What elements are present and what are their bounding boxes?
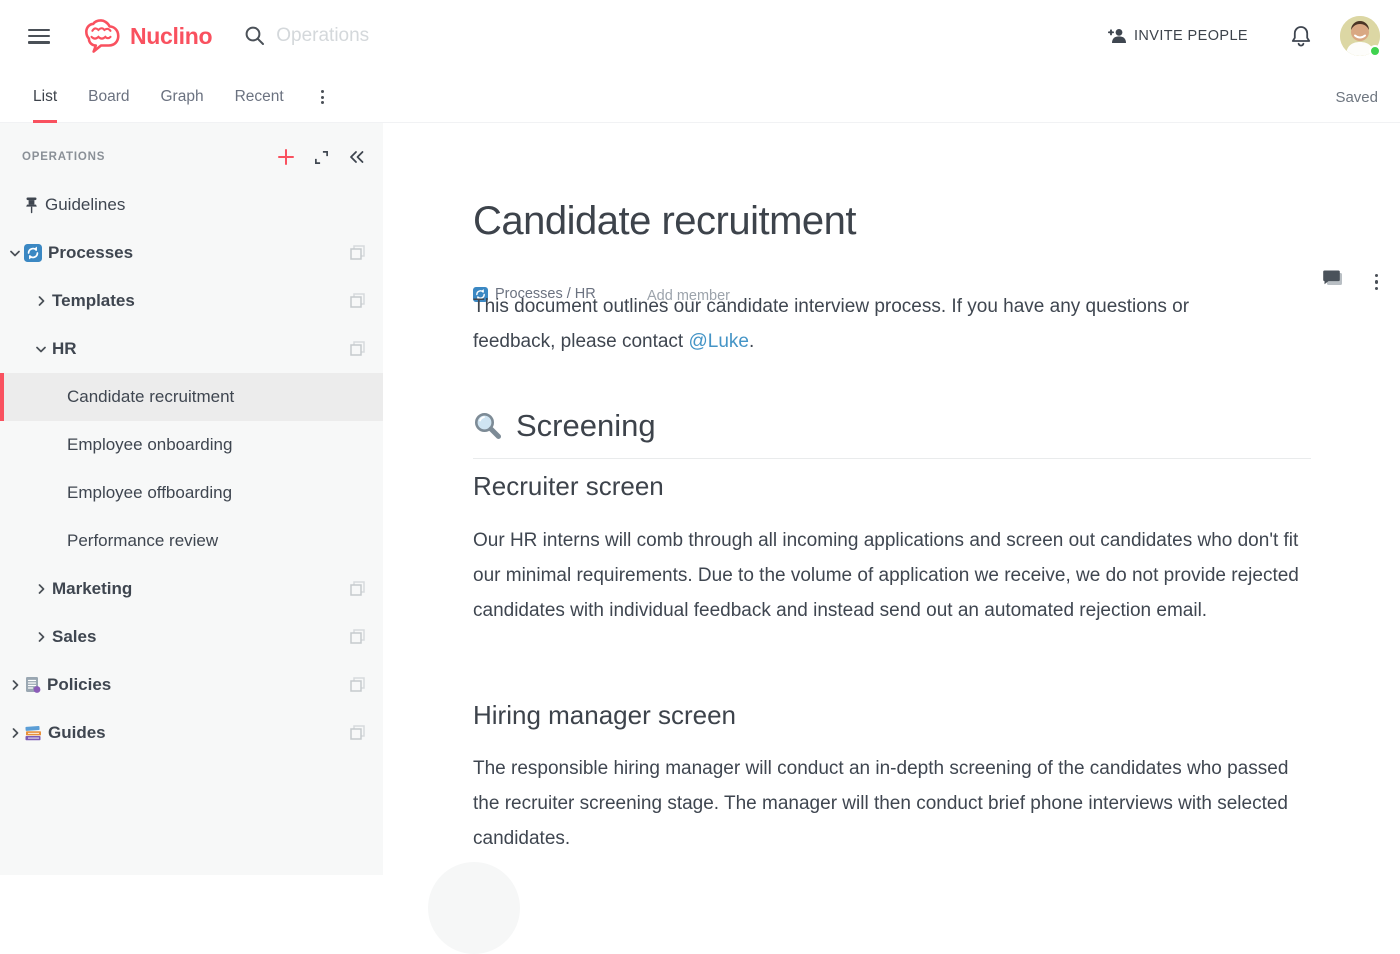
sidebar-item-guidelines[interactable]: Guidelines (0, 181, 383, 229)
chevron-down-icon[interactable] (34, 346, 48, 353)
sidebar-item-label: HR (52, 339, 77, 359)
sidebar-item-processes[interactable]: Processes (0, 229, 383, 277)
copy-icon[interactable] (349, 629, 366, 646)
intro-paragraph: This document outlines our candidate int… (473, 289, 1273, 359)
person-add-icon (1107, 27, 1127, 45)
sidebar-item-templates[interactable]: Templates (0, 277, 383, 325)
sidebar-item-label: Policies (47, 675, 111, 695)
invite-people-button[interactable]: INVITE PEOPLE (1107, 27, 1248, 45)
copy-icon[interactable] (349, 245, 366, 262)
sidebar-item-label: Marketing (52, 579, 132, 599)
top-bar: Nuclino INVITE PEOPLE (0, 0, 1400, 72)
sidebar-item-hr[interactable]: HR (0, 325, 383, 373)
collapse-sidebar-icon[interactable] (348, 150, 365, 164)
hamburger-menu-icon[interactable] (28, 29, 50, 44)
tab-recent[interactable]: Recent (235, 72, 284, 122)
tab-list[interactable]: List (33, 72, 57, 122)
search-input[interactable] (276, 25, 496, 47)
section-heading-text: Screening (516, 408, 656, 444)
sidebar-item-label: Candidate recruitment (67, 387, 234, 407)
copy-icon[interactable] (349, 581, 366, 598)
online-status-dot (1369, 45, 1381, 57)
sidebar-item-label: Performance review (67, 531, 218, 551)
sidebar-item-label: Guidelines (45, 195, 125, 215)
screening-section-heading: Screening (473, 408, 1311, 459)
floating-bubble-partial (428, 862, 520, 954)
invite-people-label: INVITE PEOPLE (1134, 28, 1248, 44)
recruiter-screen-heading: Recruiter screen (473, 471, 664, 502)
sidebar-item-label: Processes (48, 243, 133, 263)
brain-logo-icon (80, 17, 122, 55)
save-status: Saved (1335, 89, 1378, 106)
view-tabs-bar: List Board Graph Recent Saved (0, 72, 1400, 123)
sidebar-item-marketing[interactable]: Marketing (0, 565, 383, 613)
chevron-right-icon[interactable] (34, 296, 48, 306)
mention-link[interactable]: @Luke (688, 331, 749, 352)
sidebar-item-label: Sales (52, 627, 96, 647)
chevron-down-icon[interactable] (8, 250, 22, 257)
more-views-kebab-icon[interactable] (317, 86, 328, 108)
brand-name: Nuclino (130, 23, 212, 50)
sidebar-item-label: Employee offboarding (67, 483, 232, 503)
tab-graph[interactable]: Graph (161, 72, 204, 122)
workspace-title: OPERATIONS (22, 151, 105, 163)
hiring-manager-paragraph: The responsible hiring manager will cond… (473, 751, 1311, 856)
sidebar-item-employee-offboarding[interactable]: Employee offboarding (0, 469, 383, 517)
sidebar-item-label: Guides (48, 723, 106, 743)
nuclino-logo[interactable]: Nuclino (80, 17, 212, 55)
sidebar-item-candidate-recruitment[interactable]: Candidate recruitment (0, 373, 383, 421)
pin-icon (24, 197, 39, 214)
chevron-right-icon[interactable] (8, 728, 22, 738)
sidebar-item-performance-review[interactable]: Performance review (0, 517, 383, 565)
chevron-right-icon[interactable] (34, 632, 48, 642)
recruiter-screen-paragraph: Our HR interns will comb through all inc… (473, 523, 1311, 628)
document-menu-kebab-icon[interactable] (1371, 270, 1382, 294)
hiring-manager-heading: Hiring manager screen (473, 700, 736, 731)
copy-icon[interactable] (349, 293, 366, 310)
sidebar-item-employee-onboarding[interactable]: Employee onboarding (0, 421, 383, 469)
copy-icon[interactable] (349, 677, 366, 694)
sidebar: OPERATIONS Guidelines (0, 123, 383, 875)
notifications-bell-icon[interactable] (1290, 24, 1312, 48)
comments-icon[interactable] (1322, 269, 1344, 289)
sidebar-item-guides[interactable]: Guides (0, 709, 383, 757)
expand-view-icon[interactable] (314, 150, 329, 165)
user-avatar[interactable] (1340, 16, 1380, 56)
copy-icon[interactable] (349, 341, 366, 358)
document-cluster-icon (24, 676, 41, 694)
add-item-icon[interactable] (277, 148, 295, 166)
sidebar-item-label: Templates (52, 291, 135, 311)
copy-icon[interactable] (349, 725, 366, 742)
document-pane: Processes / HR Add member Candidate recr… (383, 123, 1400, 875)
page-title[interactable]: Candidate recruitment (473, 199, 856, 244)
chevron-right-icon[interactable] (34, 584, 48, 594)
sidebar-header: OPERATIONS (0, 123, 383, 181)
magnifier-emoji-icon (473, 411, 503, 441)
workspace-search (244, 25, 496, 47)
sidebar-item-label: Employee onboarding (67, 435, 232, 455)
tab-board[interactable]: Board (88, 72, 129, 122)
books-cluster-icon (24, 725, 42, 742)
sidebar-item-sales[interactable]: Sales (0, 613, 383, 661)
chevron-right-icon[interactable] (8, 680, 22, 690)
sync-cluster-icon (24, 244, 42, 262)
sidebar-item-policies[interactable]: Policies (0, 661, 383, 709)
search-icon (244, 25, 266, 47)
